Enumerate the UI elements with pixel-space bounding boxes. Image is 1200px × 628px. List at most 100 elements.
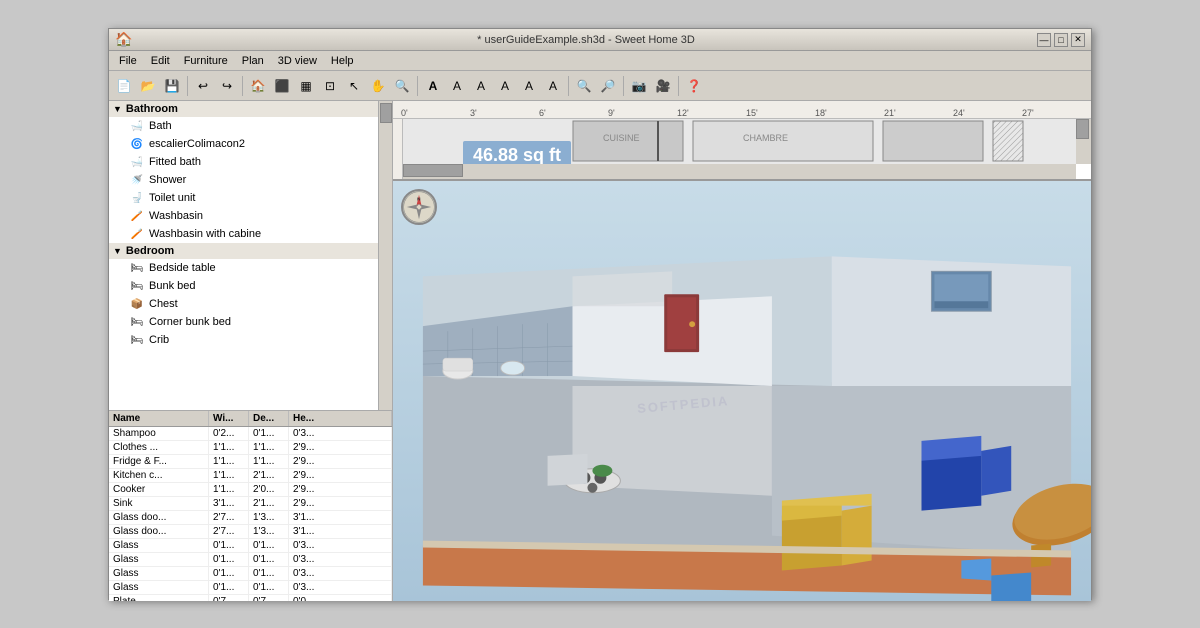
cell-depth: 0'1... xyxy=(249,427,289,440)
cell-depth: 2'1... xyxy=(249,497,289,510)
plan-view[interactable]: 0'3'6'9'12'15'18'21'24'27' 46.88 sq ft xyxy=(393,101,1091,181)
tree-item-shower[interactable]: 🚿 Shower xyxy=(109,171,392,189)
cell-depth: 0'1... xyxy=(249,581,289,594)
category-bathroom[interactable]: ▼ Bathroom xyxy=(109,101,392,117)
cell-height: 0'3... xyxy=(289,553,392,566)
cell-name: Kitchen c... xyxy=(109,469,209,482)
plan-content[interactable]: 46.88 sq ft CUISINE CHAMBRE xyxy=(403,119,1076,164)
text-a4[interactable]: A xyxy=(494,75,516,97)
save-button[interactable]: 💾 xyxy=(161,75,183,97)
table-row[interactable]: Clothes ... 1'1... 1'1... 2'9... xyxy=(109,441,392,455)
tree-item-washbasincab[interactable]: 🪥 Washbasin with cabine xyxy=(109,225,392,243)
category-bedroom[interactable]: ▼ Bedroom xyxy=(109,243,392,259)
pan-btn[interactable]: ✋ xyxy=(367,75,389,97)
table-row[interactable]: Glass doo... 2'7... 1'3... 3'1... xyxy=(109,525,392,539)
washbasin-label: Washbasin xyxy=(149,210,203,222)
table-row[interactable]: Glass 0'1... 0'1... 0'3... xyxy=(109,539,392,553)
cell-height: 3'1... xyxy=(289,511,392,524)
menu-edit[interactable]: Edit xyxy=(145,53,176,69)
zoom-in-btn[interactable]: 🔍 xyxy=(573,75,595,97)
bunkbed-icon: 🛏 xyxy=(129,279,145,293)
tree-item-bunkbed[interactable]: 🛏 Bunk bed xyxy=(109,277,392,295)
tree-item-fittedbath[interactable]: 🛁 Fitted bath xyxy=(109,153,392,171)
table-row[interactable]: Glass 0'1... 0'1... 0'3... xyxy=(109,567,392,581)
cornerbunk-label: Corner bunk bed xyxy=(149,316,231,328)
undo-button[interactable]: ↩ xyxy=(192,75,214,97)
cell-height: 2'9... xyxy=(289,469,392,482)
toilet-icon: 🚽 xyxy=(129,191,145,205)
new-button[interactable]: 📄 xyxy=(113,75,135,97)
table-row[interactable]: Sink 3'1... 2'1... 2'9... xyxy=(109,497,392,511)
text-a1[interactable]: A xyxy=(422,75,444,97)
plan-scroll-vertical[interactable] xyxy=(1076,119,1091,164)
toolbar-sep5 xyxy=(623,76,624,96)
plan-hscroll-thumb[interactable] xyxy=(403,164,463,177)
tree-item-chest[interactable]: 📦 Chest xyxy=(109,295,392,313)
bedside-label: Bedside table xyxy=(149,262,216,274)
open-button[interactable]: 📂 xyxy=(137,75,159,97)
svg-text:CUISINE: CUISINE xyxy=(603,133,640,143)
select-btn[interactable]: ↖ xyxy=(343,75,365,97)
photo-btn[interactable]: 📷 xyxy=(628,75,650,97)
menu-3dview[interactable]: 3D view xyxy=(272,53,323,69)
text-a5[interactable]: A xyxy=(518,75,540,97)
cell-height: 0'3... xyxy=(289,581,392,594)
video-btn[interactable]: 🎥 xyxy=(652,75,674,97)
text-a6[interactable]: A xyxy=(542,75,564,97)
tree-item-toilet[interactable]: 🚽 Toilet unit xyxy=(109,189,392,207)
table-row[interactable]: Fridge & F... 1'1... 1'1... 2'9... xyxy=(109,455,392,469)
table-row[interactable]: Plate 0'7... 0'7... 0'0... xyxy=(109,595,392,601)
menu-help[interactable]: Help xyxy=(325,53,360,69)
menu-furniture[interactable]: Furniture xyxy=(178,53,234,69)
cell-name: Glass xyxy=(109,539,209,552)
add-wall-btn[interactable]: ⬛ xyxy=(271,75,293,97)
tree-scroll-thumb[interactable] xyxy=(380,103,392,123)
application-window: 🏠 * userGuideExample.sh3d - Sweet Home 3… xyxy=(108,28,1092,600)
text-a3[interactable]: A xyxy=(470,75,492,97)
tree-item-bedside[interactable]: 🛏 Bedside table xyxy=(109,259,392,277)
cell-width: 2'7... xyxy=(209,525,249,538)
tree-item-bath[interactable]: 🛁 Bath xyxy=(109,117,392,135)
col-header-name[interactable]: Name xyxy=(109,411,209,426)
close-button[interactable]: ✕ xyxy=(1071,33,1085,47)
window-controls: — □ ✕ xyxy=(1037,33,1085,47)
tree-item-crib[interactable]: 🛏 Crib xyxy=(109,331,392,349)
table-row[interactable]: Kitchen c... 1'1... 2'1... 2'9... xyxy=(109,469,392,483)
add-room-btn[interactable]: ▦ xyxy=(295,75,317,97)
title-bar: 🏠 * userGuideExample.sh3d - Sweet Home 3… xyxy=(109,29,1091,51)
tree-scrollbar[interactable] xyxy=(378,101,392,410)
cell-width: 0'1... xyxy=(209,539,249,552)
view-3d[interactable]: N SOFTPEDIA xyxy=(393,181,1091,601)
tree-item-cornerbunk[interactable]: 🛏 Corner bunk bed xyxy=(109,313,392,331)
add-dimension-btn[interactable]: ⊡ xyxy=(319,75,341,97)
table-row[interactable]: Glass 0'1... 0'1... 0'3... xyxy=(109,553,392,567)
maximize-button[interactable]: □ xyxy=(1054,33,1068,47)
table-row[interactable]: Cooker 1'1... 2'0... 2'9... xyxy=(109,483,392,497)
menu-file[interactable]: File xyxy=(113,53,143,69)
table-row[interactable]: Glass doo... 2'7... 1'3... 3'1... xyxy=(109,511,392,525)
tree-item-washbasin[interactable]: 🪥 Washbasin xyxy=(109,207,392,225)
minimize-button[interactable]: — xyxy=(1037,33,1051,47)
redo-button[interactable]: ↪ xyxy=(216,75,238,97)
plan-scroll-horizontal[interactable] xyxy=(403,164,1076,179)
toolbar-sep3 xyxy=(417,76,418,96)
menu-plan[interactable]: Plan xyxy=(236,53,270,69)
cell-width: 1'1... xyxy=(209,455,249,468)
zoom-btn[interactable]: 🔍 xyxy=(391,75,413,97)
col-header-depth[interactable]: De... xyxy=(249,411,289,426)
table-row[interactable]: Glass 0'1... 0'1... 0'3... xyxy=(109,581,392,595)
help-btn[interactable]: ❓ xyxy=(683,75,705,97)
text-a2[interactable]: A xyxy=(446,75,468,97)
fittedbath-icon: 🛁 xyxy=(129,155,145,169)
svg-text:CHAMBRE: CHAMBRE xyxy=(743,133,788,143)
table-row[interactable]: Shampoo 0'2... 0'1... 0'3... xyxy=(109,427,392,441)
add-home-btn[interactable]: 🏠 xyxy=(247,75,269,97)
fittedbath-label: Fitted bath xyxy=(149,156,201,168)
zoom-out-btn[interactable]: 🔎 xyxy=(597,75,619,97)
tree-item-escalier[interactable]: 🌀 escalierColimacon2 xyxy=(109,135,392,153)
ruler-mark-5: 15' xyxy=(746,108,815,118)
col-header-width[interactable]: Wi... xyxy=(209,411,249,426)
furniture-tree[interactable]: ▼ Bathroom 🛁 Bath 🌀 escalierColimacon2 🛁… xyxy=(109,101,392,411)
plan-vscroll-thumb[interactable] xyxy=(1076,119,1089,139)
col-header-height[interactable]: He... xyxy=(289,411,392,426)
